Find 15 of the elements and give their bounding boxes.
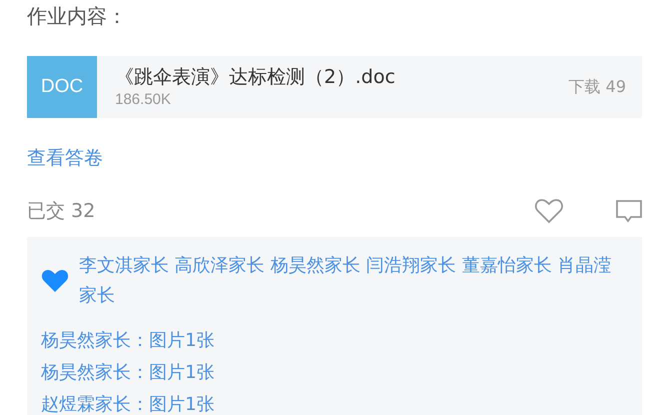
- comment-line[interactable]: 赵煜霖家长：图片1张: [41, 389, 626, 415]
- like-icon[interactable]: [534, 198, 564, 224]
- view-answers-link[interactable]: 查看答卷: [27, 144, 103, 172]
- file-card[interactable]: DOC 《跳伞表演》达标检测（2）.doc 186.50K 下载 49: [27, 56, 642, 118]
- submitted-count: 已交 32: [27, 199, 96, 224]
- comment-line[interactable]: 杨昊然家长：图片1张: [41, 357, 626, 389]
- section-title: 作业内容：: [27, 3, 128, 30]
- comment-icon[interactable]: [614, 198, 644, 224]
- download-count: 下载 49: [568, 76, 627, 98]
- file-type-icon: DOC: [27, 56, 97, 118]
- file-name: 《跳伞表演》达标检测（2）.doc: [115, 65, 396, 90]
- liker-names: 李文淇家长 高欣泽家长 杨昊然家长 闫浩翔家长 董嘉怡家长 肖晶滢家长: [79, 254, 613, 308]
- heart-icon: [41, 269, 69, 293]
- file-size: 186.50K: [115, 90, 172, 110]
- comment-line[interactable]: 杨昊然家长：图片1张: [41, 325, 626, 357]
